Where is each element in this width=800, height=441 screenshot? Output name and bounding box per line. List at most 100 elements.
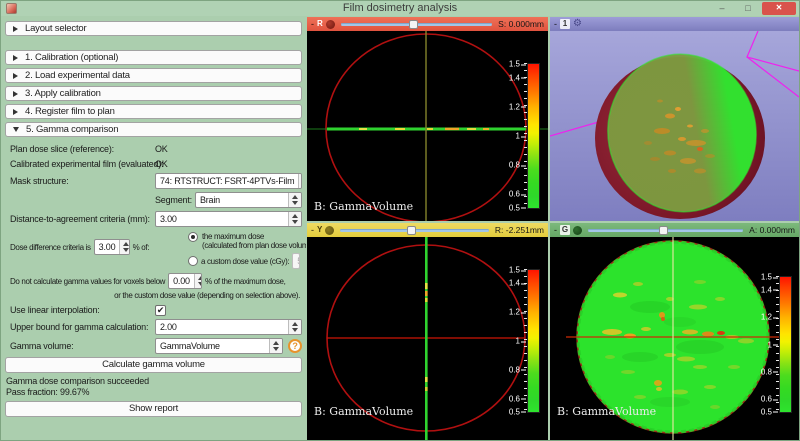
- threed-canvas[interactable]: [550, 31, 799, 221]
- dta-row: Distance-to-agreement criteria (mm): 3.0…: [10, 211, 302, 227]
- section-label: Layout selector: [25, 23, 86, 34]
- combo-arrows[interactable]: [269, 339, 282, 353]
- max-dose-option[interactable]: the maximum dose (calculated from plan d…: [188, 232, 300, 250]
- colorbar-tick: 1.2: [509, 102, 520, 111]
- spinner-arrows[interactable]: [119, 240, 129, 254]
- collapsed-arrow-icon: [13, 91, 18, 97]
- gamma-film-edge: [425, 237, 428, 440]
- spinner-arrows[interactable]: [194, 274, 202, 288]
- section-label: 2. Load experimental data: [25, 70, 130, 81]
- dose-diff-spinbox[interactable]: 3.00: [94, 239, 130, 255]
- view-letter-badge: G: [560, 225, 570, 235]
- spinner-arrows[interactable]: [288, 212, 301, 226]
- help-icon[interactable]: ?: [288, 339, 302, 353]
- combo-arrows[interactable]: [298, 174, 302, 188]
- close-button[interactable]: ✕: [762, 2, 796, 15]
- collapsed-arrow-icon: [13, 26, 18, 32]
- interpolation-label: Use linear interpolation:: [10, 305, 155, 315]
- colorbar-tick: 1.4: [509, 73, 520, 82]
- spinner-arrows[interactable]: [288, 320, 301, 334]
- max-dose-line1: the maximum dose: [202, 232, 264, 241]
- section-load-experimental-data[interactable]: 2. Load experimental data: [5, 68, 302, 83]
- spin-down-icon[interactable]: [198, 282, 202, 286]
- section-apply-calibration[interactable]: 3. Apply calibration: [5, 86, 302, 101]
- slice-offset-slider[interactable]: [588, 225, 743, 235]
- colorbar-tick: 1: [768, 340, 772, 349]
- custom-dose-option[interactable]: a custom dose value (cGy): 5.00: [188, 253, 300, 269]
- threshold-spinbox[interactable]: 0.00: [168, 273, 202, 289]
- pin-icon[interactable]: -: [554, 19, 557, 29]
- interpolation-checkbox[interactable]: ✔: [155, 305, 166, 316]
- show-report-button[interactable]: Show report: [5, 401, 302, 417]
- spin-up-icon[interactable]: [273, 341, 279, 345]
- spin-down-icon[interactable]: [292, 201, 298, 205]
- threshold-value: 0.00: [169, 276, 194, 286]
- spin-down-icon[interactable]: [273, 347, 279, 351]
- spin-up-icon[interactable]: [292, 214, 298, 218]
- pin-icon[interactable]: -: [311, 225, 314, 235]
- section-register-film[interactable]: 4. Register film to plan: [5, 104, 302, 119]
- pin-icon[interactable]: -: [311, 19, 314, 29]
- eye-icon[interactable]: [573, 226, 582, 235]
- gamma-volume-combobox[interactable]: GammaVolume: [155, 338, 283, 354]
- max-dose-line2: (calculated from plan dose volume): [202, 241, 306, 250]
- custom-dose-radio[interactable]: [188, 256, 198, 266]
- red-slice-viewport: - R S: 0.000mm B: GammaVolu: [307, 17, 548, 221]
- dta-spinbox[interactable]: 3.00: [155, 211, 302, 227]
- section-layout-selector[interactable]: Layout selector: [5, 21, 302, 36]
- window-title: Film dosimetry analysis: [1, 2, 799, 14]
- reference-label: Plan dose slice (reference):: [10, 144, 155, 154]
- slider-handle[interactable]: [659, 226, 668, 235]
- gamma-volume-value: GammaVolume: [156, 341, 269, 351]
- colorbar-gradient: [527, 269, 540, 413]
- slider-handle[interactable]: [407, 226, 416, 235]
- gear-icon[interactable]: ⚙: [573, 19, 582, 29]
- spin-down-icon[interactable]: [292, 220, 298, 224]
- max-dose-radio[interactable]: [188, 232, 198, 242]
- colorbar-tick: 0.8: [509, 365, 520, 374]
- dose-diff-value: 3.00: [95, 242, 120, 252]
- spin-down-icon[interactable]: [292, 328, 298, 332]
- dose-diff-suffix: % of:: [133, 243, 149, 252]
- eye-icon[interactable]: [325, 226, 334, 235]
- spin-up-icon[interactable]: [292, 195, 298, 199]
- view-letter-badge: Y: [317, 225, 322, 235]
- green-slice-viewport: - G A: 0.000mm: [550, 223, 799, 440]
- calculate-gamma-button[interactable]: Calculate gamma volume: [5, 357, 302, 373]
- section-gamma-comparison[interactable]: 5. Gamma comparison: [5, 122, 302, 137]
- film-dosimetry-window: Film dosimetry analysis – □ ✕ Layout sel…: [0, 0, 800, 441]
- gamma-result-status: Gamma dose comparison succeeded: [6, 376, 302, 386]
- minimize-button[interactable]: –: [710, 2, 734, 15]
- colorbar-tick: 0.8: [761, 367, 772, 376]
- volume-label: B: GammaVolume: [557, 405, 656, 418]
- section-calibration[interactable]: 1. Calibration (optional): [5, 50, 302, 65]
- slice-offset-slider[interactable]: [340, 225, 489, 235]
- mask-structure-combobox[interactable]: 74: RTSTRUCT: FSRT-4PTVs-Film: [155, 173, 302, 189]
- spin-down-icon[interactable]: [123, 248, 129, 252]
- combo-arrows[interactable]: [288, 193, 301, 207]
- view-letter-badge: R: [317, 19, 323, 29]
- eye-icon[interactable]: [326, 20, 335, 29]
- spin-up-icon[interactable]: [123, 242, 129, 246]
- segment-value: Brain: [196, 195, 288, 205]
- section-label: 3. Apply calibration: [25, 88, 101, 99]
- maximize-button[interactable]: □: [736, 2, 760, 15]
- gamma-colorbar: 1.5 1.4 1.2 1 0.8 0.6 0.5: [750, 276, 792, 413]
- yellow-slice-viewport: - Y R: -2.251mm B: GammaVolume: [307, 223, 548, 440]
- colorbar-tick: 0.5: [509, 407, 520, 416]
- slice-offset-slider[interactable]: [341, 19, 492, 29]
- spin-up-icon[interactable]: [198, 276, 202, 280]
- threshold-row: Do not calculate gamma values for voxels…: [10, 273, 302, 289]
- segment-combobox[interactable]: Brain: [195, 192, 302, 208]
- slice-offset-value: A: 0.000mm: [749, 225, 795, 235]
- spin-up-icon[interactable]: [292, 322, 298, 326]
- section-label: 4. Register film to plan: [25, 106, 115, 117]
- colorbar-tick: 0.8: [509, 161, 520, 170]
- gamma-volume-label: Gamma volume:: [10, 341, 155, 351]
- section-label: 1. Calibration (optional): [25, 52, 118, 63]
- colorbar-tick: 0.5: [761, 407, 772, 416]
- slider-handle[interactable]: [409, 20, 418, 29]
- gamma-volume-row: Gamma volume: GammaVolume ?: [10, 338, 302, 354]
- upper-bound-spinbox[interactable]: 2.00: [155, 319, 302, 335]
- pin-icon[interactable]: -: [554, 225, 557, 235]
